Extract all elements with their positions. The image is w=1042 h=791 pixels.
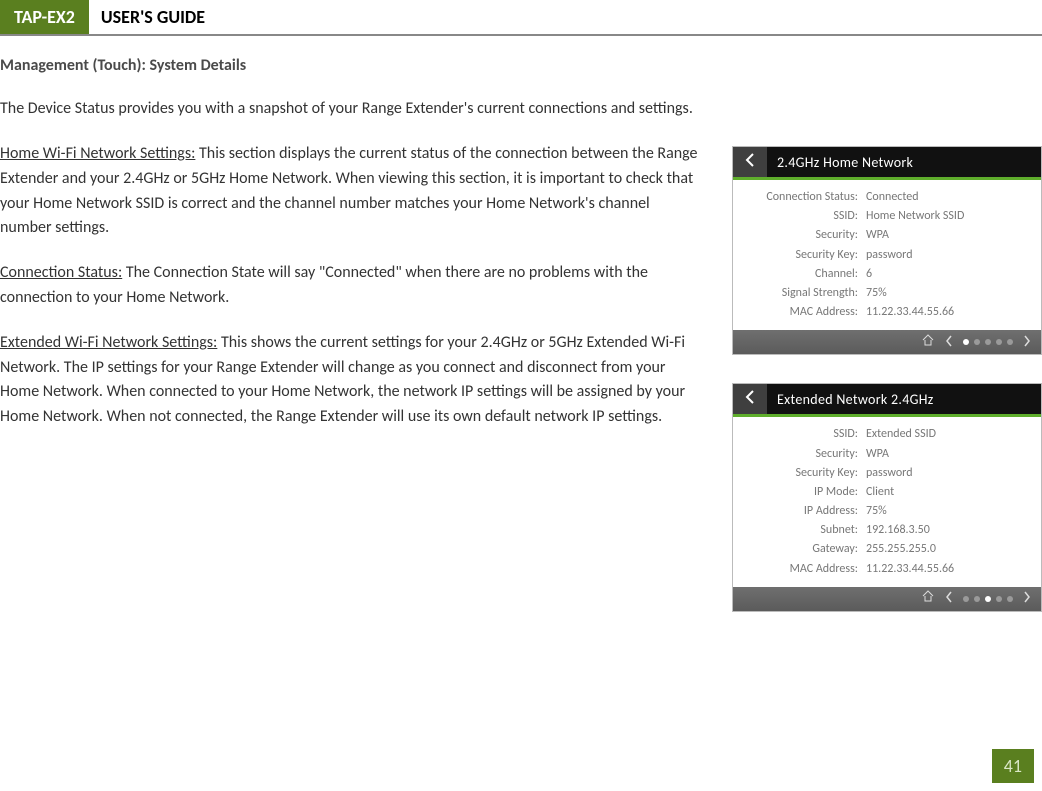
panel-extended-network: Extended Network 2.4GHz SSID:Extended SS…	[732, 383, 1042, 612]
page-dot[interactable]	[996, 596, 1002, 602]
kv-row: Security Key:password	[741, 246, 1029, 265]
kv-row: IP Address:75%	[741, 502, 1029, 521]
page-content: Management (Touch): System Details The D…	[0, 36, 1042, 612]
document-title: USER'S GUIDE	[89, 0, 217, 34]
kv-key: MAC Address:	[741, 560, 866, 579]
kv-row: SSID:Home Network SSID	[741, 207, 1029, 226]
kv-row: Security Key:password	[741, 464, 1029, 483]
page-dot[interactable]	[1007, 596, 1013, 602]
kv-value: Extended SSID	[866, 425, 1029, 444]
next-page-button[interactable]	[1023, 333, 1031, 352]
kv-key: Channel:	[741, 265, 866, 284]
page-dot[interactable]	[974, 596, 980, 602]
product-badge: TAP-EX2	[0, 0, 89, 34]
kv-key: Signal Strength:	[741, 284, 866, 303]
kv-row: Channel:6	[741, 265, 1029, 284]
back-button[interactable]	[733, 384, 767, 414]
page-dots	[963, 339, 1013, 345]
kv-row: IP Mode:Client	[741, 483, 1029, 502]
kv-key: Security Key:	[741, 246, 866, 265]
kv-value: password	[866, 246, 1029, 265]
kv-value: 6	[866, 265, 1029, 284]
label-home-wifi: Home Wi-Fi Network Settings:	[0, 144, 195, 163]
page-dot[interactable]	[974, 339, 980, 345]
kv-row: MAC Address:11.22.33.44.55.66	[741, 303, 1029, 322]
kv-row: MAC Address:11.22.33.44.55.66	[741, 560, 1029, 579]
chevron-left-icon	[745, 153, 755, 171]
kv-row: Security:WPA	[741, 226, 1029, 245]
document-header: TAP-EX2 USER'S GUIDE	[0, 0, 1042, 36]
kv-key: IP Address:	[741, 502, 866, 521]
page-dot[interactable]	[963, 596, 969, 602]
page-dots	[963, 596, 1013, 602]
kv-value: 255.255.255.0	[866, 540, 1029, 559]
kv-key: IP Mode:	[741, 483, 866, 502]
kv-key: Subnet:	[741, 521, 866, 540]
kv-key: Security:	[741, 226, 866, 245]
panel-body: SSID:Extended SSIDSecurity:WPASecurity K…	[733, 417, 1041, 587]
prev-page-button[interactable]	[945, 589, 953, 608]
body-text-column: Home Wi-Fi Network Settings: This sectio…	[0, 142, 704, 612]
kv-value: password	[866, 464, 1029, 483]
panel-home-network: 2.4GHz Home Network Connection Status:Co…	[732, 146, 1042, 355]
panel-title-bar: Extended Network 2.4GHz	[733, 384, 1041, 414]
intro-text: The Device Status provides you with a sn…	[0, 99, 1042, 118]
prev-page-button[interactable]	[945, 333, 953, 352]
kv-row: Connection Status:Connected	[741, 188, 1029, 207]
page-dot[interactable]	[996, 339, 1002, 345]
panel-title-bar: 2.4GHz Home Network	[733, 147, 1041, 177]
kv-value: 11.22.33.44.55.66	[866, 560, 1029, 579]
panel-footer	[733, 330, 1041, 354]
kv-value: 75%	[866, 284, 1029, 303]
kv-value: 11.22.33.44.55.66	[866, 303, 1029, 322]
home-icon[interactable]	[921, 333, 935, 352]
screenshots-column: 2.4GHz Home Network Connection Status:Co…	[732, 142, 1042, 612]
kv-key: MAC Address:	[741, 303, 866, 322]
label-connection-status: Connection Status:	[0, 263, 122, 282]
back-button[interactable]	[733, 147, 767, 177]
kv-key: Security Key:	[741, 464, 866, 483]
page-number: 41	[992, 749, 1034, 783]
kv-key: Gateway:	[741, 540, 866, 559]
kv-key: Connection Status:	[741, 188, 866, 207]
label-extended-wifi: Extended Wi-Fi Network Settings:	[0, 333, 217, 352]
kv-value: Connected	[866, 188, 1029, 207]
next-page-button[interactable]	[1023, 589, 1031, 608]
panel-title-text: Extended Network 2.4GHz	[777, 391, 934, 408]
paragraph-connection-status: Connection Status: The Connection State …	[0, 261, 704, 311]
kv-row: SSID:Extended SSID	[741, 425, 1029, 444]
kv-value: 192.168.3.50	[866, 521, 1029, 540]
page-dot[interactable]	[1007, 339, 1013, 345]
kv-value: Client	[866, 483, 1029, 502]
page-dot[interactable]	[985, 596, 991, 602]
kv-row: Security:WPA	[741, 445, 1029, 464]
section-heading: Management (Touch): System Details	[0, 56, 1042, 75]
kv-value: 75%	[866, 502, 1029, 521]
kv-key: SSID:	[741, 425, 866, 444]
kv-key: Security:	[741, 445, 866, 464]
kv-value: WPA	[866, 445, 1029, 464]
kv-row: Subnet:192.168.3.50	[741, 521, 1029, 540]
panel-title-text: 2.4GHz Home Network	[777, 154, 913, 171]
panel-body: Connection Status:ConnectedSSID:Home Net…	[733, 180, 1041, 330]
kv-row: Gateway:255.255.255.0	[741, 540, 1029, 559]
kv-value: Home Network SSID	[866, 207, 1029, 226]
panel-footer	[733, 587, 1041, 611]
page-dot[interactable]	[985, 339, 991, 345]
kv-key: SSID:	[741, 207, 866, 226]
chevron-left-icon	[745, 390, 755, 408]
paragraph-extended-wifi: Extended Wi-Fi Network Settings: This sh…	[0, 331, 704, 430]
home-icon[interactable]	[921, 589, 935, 608]
kv-value: WPA	[866, 226, 1029, 245]
kv-row: Signal Strength:75%	[741, 284, 1029, 303]
paragraph-home-wifi: Home Wi-Fi Network Settings: This sectio…	[0, 142, 704, 241]
page-dot[interactable]	[963, 339, 969, 345]
